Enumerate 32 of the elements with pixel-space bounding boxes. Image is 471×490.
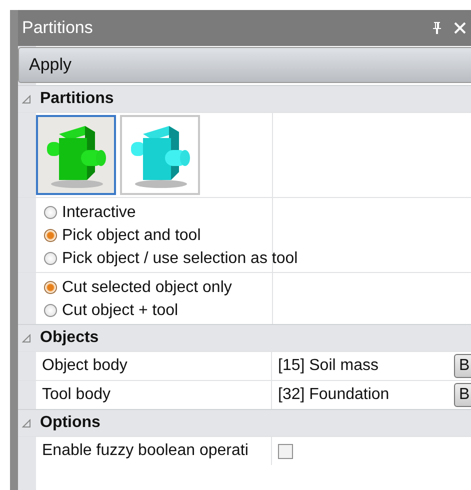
property-value[interactable]: [15] Soil mass — [278, 357, 454, 375]
section-header[interactable]: Objects — [18, 324, 471, 351]
collapse-icon — [22, 334, 31, 342]
browse-button[interactable]: B — [454, 354, 471, 378]
radio-button[interactable] — [44, 304, 57, 317]
section-title: Options — [40, 414, 100, 432]
radio-label: Pick object / use selection as tool — [62, 250, 298, 268]
pin-icon[interactable] — [432, 21, 442, 35]
mode-button[interactable] — [120, 115, 200, 195]
property-label: Object body — [36, 352, 272, 380]
radio-button[interactable] — [44, 206, 57, 219]
collapse-icon — [22, 94, 31, 104]
property-value[interactable]: [32] Foundation — [278, 386, 454, 404]
property-label: Enable fuzzy boolean operati — [36, 437, 272, 465]
radio-button[interactable] — [44, 229, 57, 242]
panel-title: Partitions — [22, 18, 94, 38]
radio-button[interactable] — [44, 281, 57, 294]
radio-label: Interactive — [62, 204, 136, 222]
section-header[interactable]: Options — [18, 409, 471, 436]
section-title: Partitions — [40, 90, 114, 108]
apply-button[interactable]: Apply — [18, 47, 471, 83]
section-header[interactable]: Partitions — [18, 85, 471, 112]
radio-label: Cut selected object only — [62, 278, 232, 296]
browse-button[interactable]: B — [454, 383, 471, 407]
section-title: Objects — [40, 329, 99, 347]
collapse-icon — [22, 418, 31, 428]
radio-label: Cut object + tool — [62, 302, 178, 320]
close-icon[interactable] — [454, 22, 466, 34]
mode-button[interactable] — [36, 115, 116, 195]
checkbox[interactable] — [278, 444, 293, 458]
radio-label: Pick object and tool — [62, 226, 201, 244]
radio-button[interactable] — [44, 252, 57, 265]
